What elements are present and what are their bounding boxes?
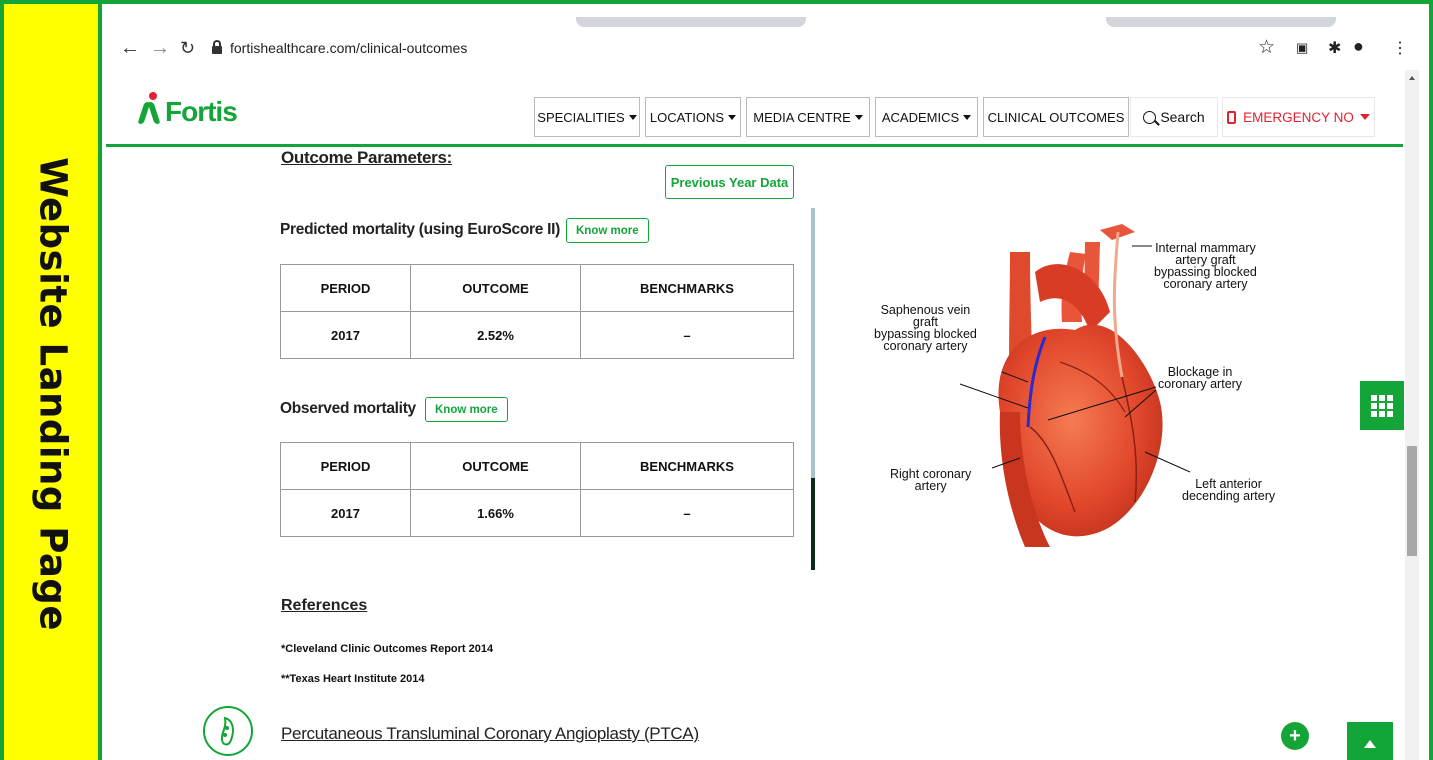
scrollbar-thumb[interactable] — [1407, 446, 1417, 556]
lock-icon — [212, 40, 222, 54]
fortis-logo-mark-icon — [137, 92, 163, 128]
predicted-mortality-table: PERIOD OUTCOME BENCHMARKS 2017 2.52% – — [280, 264, 794, 359]
side-banner-text: Website Landing Page — [31, 157, 75, 631]
nav-clinical-outcomes[interactable]: CLINICAL OUTCOMES — [983, 97, 1129, 137]
caret-down-icon — [1359, 114, 1370, 120]
table-cell: 2.52% — [410, 311, 581, 359]
table-header: BENCHMARKS — [580, 264, 794, 312]
label-line: decending artery — [1182, 489, 1276, 503]
plus-icon: + — [1289, 725, 1301, 747]
puzzle-icon[interactable]: ✱ — [1328, 38, 1341, 58]
observed-mortality-title: Observed mortality — [280, 400, 416, 417]
predicted-know-more-button[interactable]: Know more — [566, 218, 649, 243]
app-grid-button[interactable] — [1360, 381, 1404, 430]
reload-icon[interactable]: ↻ — [180, 38, 195, 58]
figure-label-lad: Left anterior decending artery — [1182, 478, 1276, 503]
nav-label: LOCATIONS — [649, 109, 725, 125]
predicted-mortality-title: Predicted mortality (using EuroScore II) — [280, 221, 560, 238]
table-cell: 1.66% — [410, 489, 581, 537]
search-icon — [1143, 110, 1157, 124]
figure-label-right-coronary: Right coronary artery — [890, 468, 971, 493]
nav-locations[interactable]: LOCATIONS — [645, 97, 741, 137]
search-button[interactable]: Search — [1130, 97, 1218, 137]
label-line: artery — [914, 479, 947, 493]
search-label: Search — [1160, 109, 1205, 125]
table-row: 2017 2.52% – — [280, 311, 794, 359]
nav-media-centre[interactable]: MEDIA CENTRE — [746, 97, 870, 137]
browser-tab-strip — [106, 17, 1429, 27]
grid-icon — [1371, 394, 1393, 417]
profile-icon[interactable]: ● — [1353, 36, 1364, 57]
nav-specialities[interactable]: SPECIALITIES — [534, 97, 640, 137]
reference-item: *Cleveland Clinic Outcomes Report 2014 — [281, 643, 494, 655]
table-header: OUTCOME — [410, 442, 581, 490]
phone-icon — [1227, 110, 1237, 124]
reference-item: **Texas Heart Institute 2014 — [281, 673, 425, 685]
emergency-label: EMERGENCY NO — [1243, 109, 1354, 125]
logo-text: Fortis — [165, 96, 238, 127]
figure-label-mammary: Internal mammary artery graft bypassing … — [1154, 242, 1257, 291]
emergency-number-button[interactable]: EMERGENCY NO — [1222, 97, 1375, 137]
table-cell: – — [580, 311, 794, 359]
ptca-icon[interactable] — [203, 706, 253, 756]
nav-label: MEDIA CENTRE — [753, 109, 851, 125]
figure-label-saphenous: Saphenous vein graft bypassing blocked c… — [874, 304, 977, 353]
forward-arrow-icon[interactable]: → — [150, 38, 170, 58]
nav-label: CLINICAL OUTCOMES — [987, 109, 1125, 125]
back-arrow-icon[interactable]: ← — [120, 38, 140, 58]
observed-mortality-table: PERIOD OUTCOME BENCHMARKS 2017 1.66% – — [280, 442, 794, 537]
side-banner: Website Landing Page — [4, 4, 102, 760]
nav-academics[interactable]: ACADEMICS — [875, 97, 978, 137]
table-header-row: PERIOD OUTCOME BENCHMARKS — [280, 264, 794, 312]
expand-plus-button[interactable]: + — [1281, 722, 1309, 750]
table-cell: – — [580, 489, 794, 537]
nav-label: SPECIALITIES — [537, 109, 625, 125]
table-header: BENCHMARKS — [580, 442, 794, 490]
scroll-up-icon[interactable] — [1409, 76, 1415, 80]
table-header: PERIOD — [280, 442, 411, 490]
nav-label: ACADEMICS — [881, 109, 960, 125]
section-title: Outcome Parameters: — [281, 148, 452, 167]
caret-down-icon — [963, 114, 972, 120]
content-divider — [811, 208, 815, 478]
observed-know-more-button[interactable]: Know more — [425, 397, 508, 422]
heart-bypass-illustration: Internal mammary artery graft bypassing … — [860, 212, 1290, 552]
references-title: References — [281, 597, 368, 614]
star-icon[interactable]: ☆ — [1258, 36, 1275, 59]
table-header-row: PERIOD OUTCOME BENCHMARKS — [280, 442, 794, 490]
extension-icon[interactable]: ▣ — [1296, 40, 1308, 56]
more-vert-icon[interactable]: ⋮ — [1392, 38, 1408, 58]
table-header: PERIOD — [280, 264, 411, 312]
table-cell: 2017 — [280, 489, 411, 537]
label-line: coronary artery — [883, 339, 968, 353]
content-divider-dark — [811, 478, 815, 570]
caret-down-icon — [628, 114, 637, 120]
back-to-top-button[interactable] — [1347, 722, 1393, 760]
ptca-glyph — [220, 716, 234, 746]
label-line: coronary artery — [1163, 277, 1248, 291]
ptca-section-link[interactable]: Percutaneous Transluminal Coronary Angio… — [281, 724, 699, 744]
table-header: OUTCOME — [410, 264, 581, 312]
label-line: coronary artery — [1158, 377, 1243, 391]
arrow-up-icon — [1364, 740, 1376, 748]
caret-down-icon — [728, 114, 737, 120]
table-cell: 2017 — [280, 311, 411, 359]
caret-down-icon — [854, 114, 863, 120]
table-row: 2017 1.66% – — [280, 489, 794, 537]
figure-label-blockage: Blockage in coronary artery — [1158, 366, 1243, 391]
address-bar[interactable]: fortishealthcare.com/clinical-outcomes — [230, 40, 467, 56]
previous-year-data-button[interactable]: Previous Year Data — [665, 165, 794, 199]
page-scrollbar[interactable] — [1405, 70, 1419, 760]
